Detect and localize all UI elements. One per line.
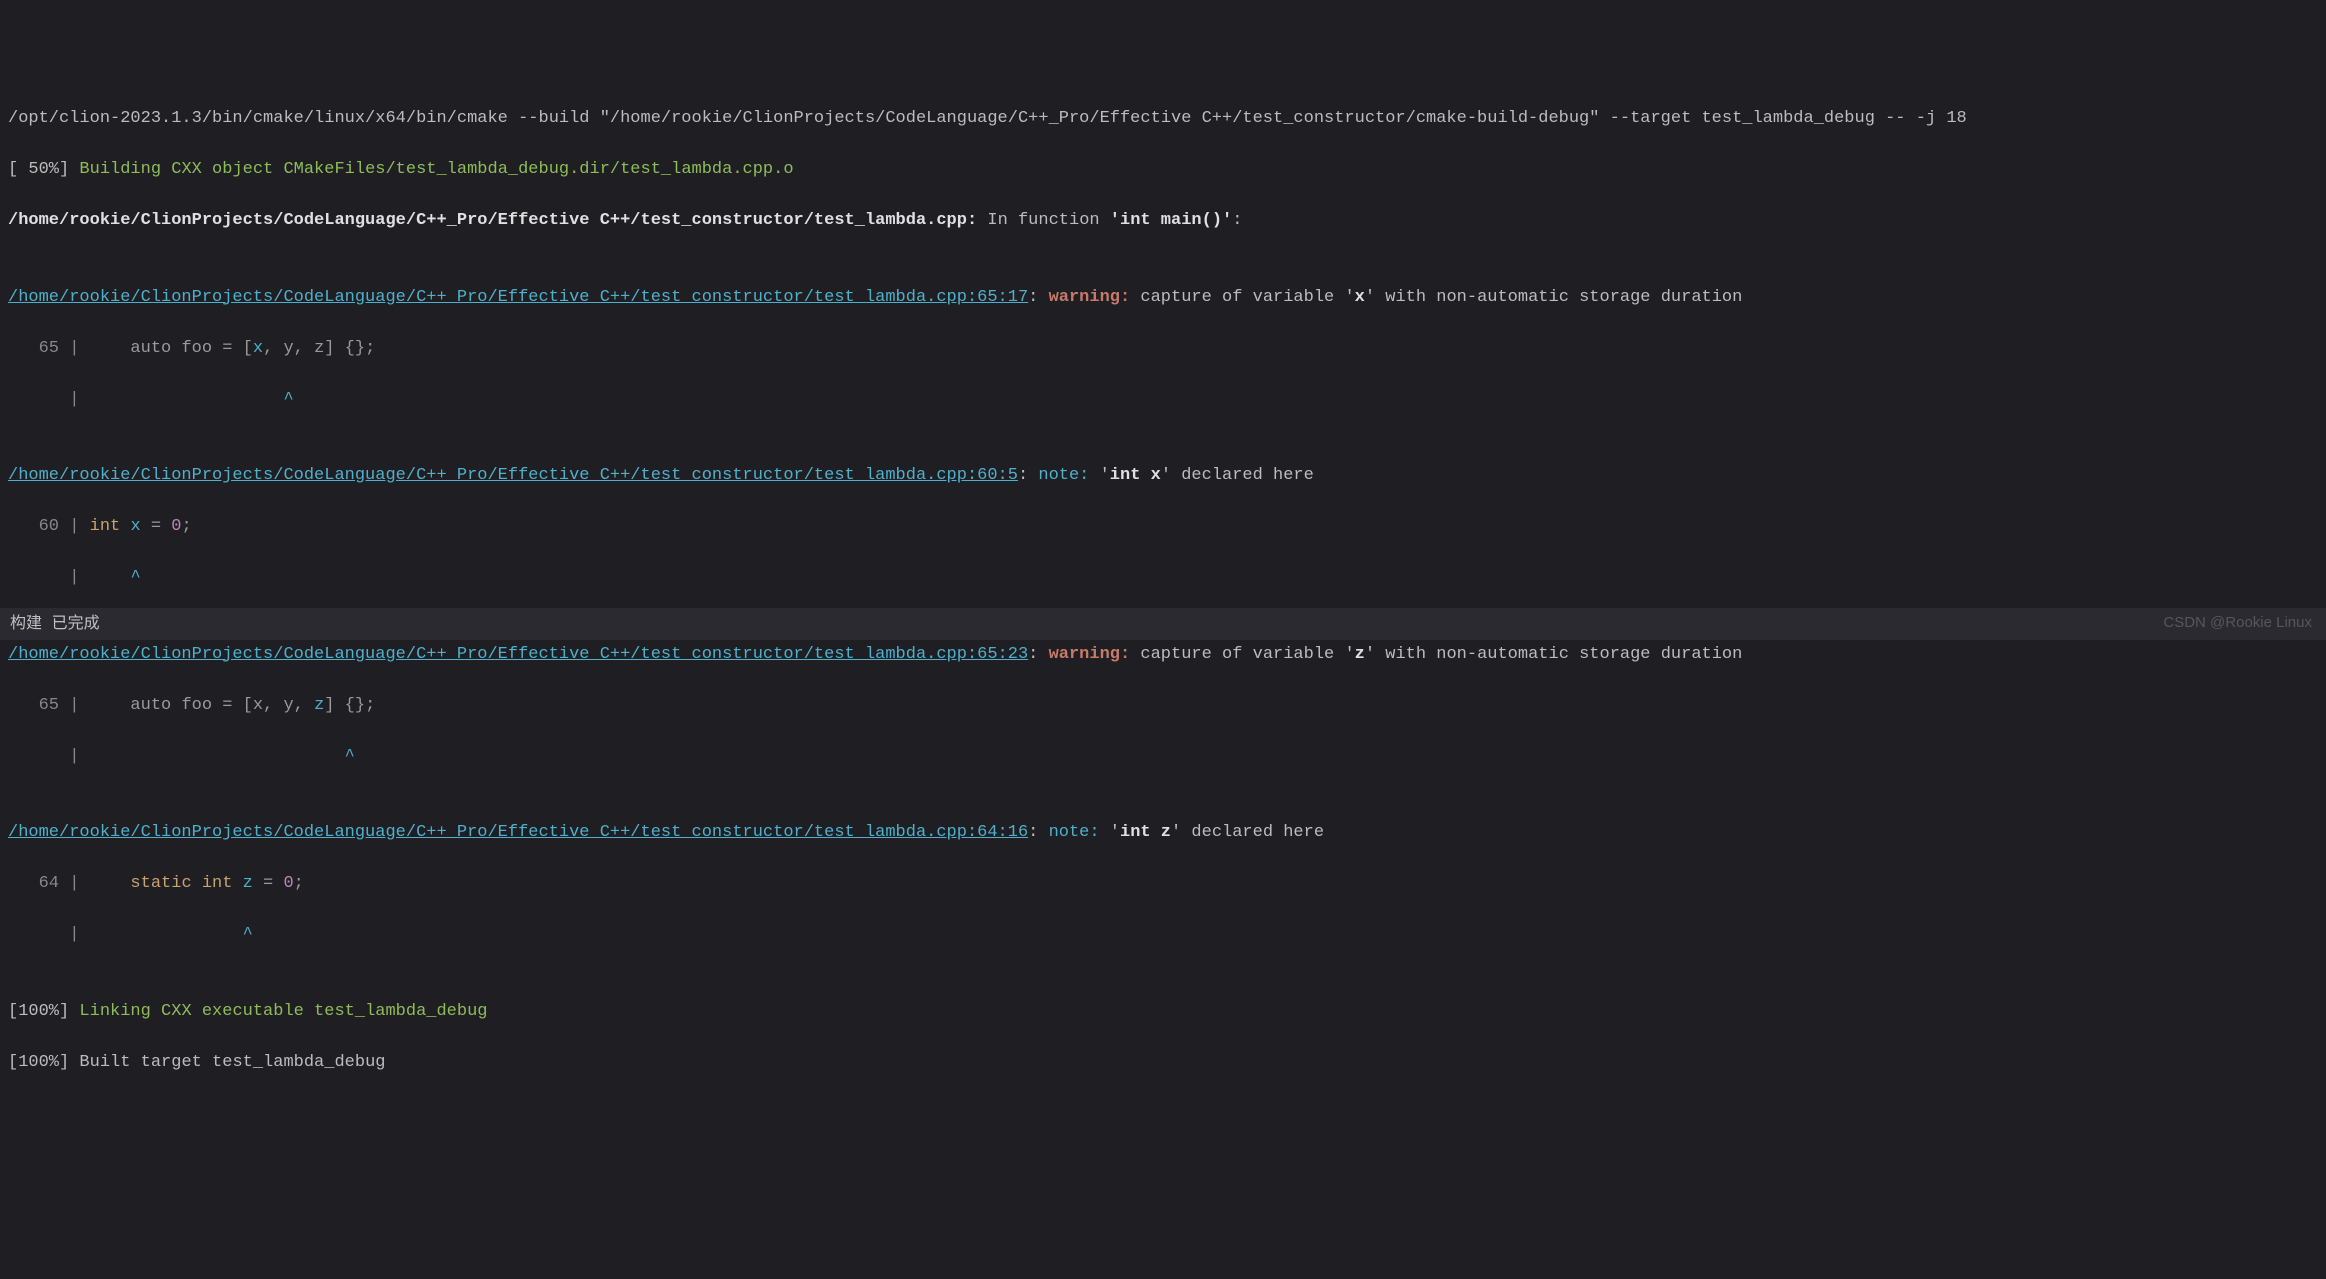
- caret-n1: | ^: [8, 565, 2318, 591]
- caret-mark: ^: [283, 390, 293, 409]
- var-name: int z: [1120, 823, 1171, 842]
- msg-text: ': [1110, 823, 1120, 842]
- file-path: /home/rookie/ClionProjects/CodeLanguage/…: [8, 211, 977, 230]
- highlight-var: x: [130, 517, 140, 536]
- warning-2: /home/rookie/ClionProjects/CodeLanguage/…: [8, 642, 2318, 668]
- line-no: 64 |: [8, 874, 90, 893]
- code-pre: auto foo = [: [90, 339, 253, 358]
- file-link[interactable]: /home/rookie/ClionProjects/CodeLanguage/…: [8, 288, 1028, 307]
- msg-text: ': [1100, 466, 1110, 485]
- pct: [100%]: [8, 1053, 79, 1072]
- warning-1: /home/rookie/ClionProjects/CodeLanguage/…: [8, 285, 2318, 311]
- code-post: , y, z] {};: [263, 339, 375, 358]
- literal: 0: [171, 517, 181, 536]
- code-pre: auto foo = [x, y,: [90, 696, 314, 715]
- caret-spaces: [90, 568, 131, 587]
- note-tag: note:: [1038, 466, 1099, 485]
- building-msg: Building CXX object CMakeFiles/test_lamb…: [79, 160, 793, 179]
- cmake-command-line: /opt/clion-2023.1.3/bin/cmake/linux/x64/…: [8, 106, 2318, 132]
- warning-tag: warning:: [1049, 288, 1141, 307]
- note-tag: note:: [1049, 823, 1110, 842]
- caret-spaces: [90, 390, 284, 409]
- watermark-text: CSDN @Rookie Linux: [2163, 612, 2312, 635]
- code-pre: int: [90, 517, 131, 536]
- build-progress-100a: [100%] Linking CXX executable test_lambd…: [8, 999, 2318, 1025]
- caret-n2: | ^: [8, 922, 2318, 948]
- caret-gutter: |: [8, 568, 90, 587]
- build-progress-100b: [100%] Built target test_lambda_debug: [8, 1050, 2318, 1076]
- literal: 0: [283, 874, 293, 893]
- caret-mark: ^: [243, 925, 253, 944]
- function-sig: 'int main()': [1110, 211, 1232, 230]
- built-msg: Built target test_lambda_debug: [79, 1053, 385, 1072]
- caret-mark: ^: [345, 747, 355, 766]
- line-no: 65 |: [8, 696, 90, 715]
- msg-text-2: ' declared here: [1171, 823, 1324, 842]
- highlight-var: x: [253, 339, 263, 358]
- pct: [ 50%]: [8, 160, 79, 179]
- caret-spaces: [90, 925, 243, 944]
- build-progress-50: [ 50%] Building CXX object CMakeFiles/te…: [8, 157, 2318, 183]
- code-post: =: [253, 874, 284, 893]
- file-link[interactable]: /home/rookie/ClionProjects/CodeLanguage/…: [8, 645, 1028, 664]
- sep: :: [1028, 645, 1048, 664]
- msg-text: capture of variable ': [1140, 645, 1354, 664]
- semi: ;: [181, 517, 191, 536]
- msg-text-2: ' with non-automatic storage duration: [1365, 288, 1742, 307]
- colon: :: [1232, 211, 1242, 230]
- file-link[interactable]: /home/rookie/ClionProjects/CodeLanguage/…: [8, 466, 1018, 485]
- code-context-n1: 60 | int x = 0;: [8, 514, 2318, 540]
- pct: [100%]: [8, 1002, 79, 1021]
- cmd-text: /opt/clion-2023.1.3/bin/cmake/linux/x64/…: [8, 109, 1967, 128]
- caret-gutter: |: [8, 925, 90, 944]
- highlight-var: z: [243, 874, 253, 893]
- caret-1: | ^: [8, 387, 2318, 413]
- highlight-var: z: [314, 696, 324, 715]
- note-2: /home/rookie/ClionProjects/CodeLanguage/…: [8, 820, 2318, 846]
- caret-mark: ^: [130, 568, 140, 587]
- in-function-text: In function: [977, 211, 1110, 230]
- var-name: z: [1355, 645, 1365, 664]
- status-text: 构建 已完成: [10, 615, 100, 633]
- code-post: =: [141, 517, 172, 536]
- caret-gutter: |: [8, 747, 90, 766]
- caret-gutter: |: [8, 390, 90, 409]
- msg-text: capture of variable ': [1140, 288, 1354, 307]
- in-function-line: /home/rookie/ClionProjects/CodeLanguage/…: [8, 208, 2318, 234]
- sep: :: [1028, 823, 1048, 842]
- sep: :: [1028, 288, 1048, 307]
- code-pre: static int: [90, 874, 243, 893]
- linking-msg: Linking CXX executable test_lambda_debug: [79, 1002, 487, 1021]
- code-context-1: 65 | auto foo = [x, y, z] {};: [8, 336, 2318, 362]
- code-post: ] {};: [324, 696, 375, 715]
- file-link[interactable]: /home/rookie/ClionProjects/CodeLanguage/…: [8, 823, 1028, 842]
- var-name: int x: [1110, 466, 1161, 485]
- status-bar: 构建 已完成: [0, 608, 2326, 640]
- sep: :: [1018, 466, 1038, 485]
- caret-spaces: [90, 747, 345, 766]
- code-context-n2: 64 | static int z = 0;: [8, 871, 2318, 897]
- msg-text-2: ' declared here: [1161, 466, 1314, 485]
- semi: ;: [294, 874, 304, 893]
- line-no: 60 |: [8, 517, 90, 536]
- caret-2: | ^: [8, 744, 2318, 770]
- line-no: 65 |: [8, 339, 90, 358]
- note-1: /home/rookie/ClionProjects/CodeLanguage/…: [8, 463, 2318, 489]
- code-context-2: 65 | auto foo = [x, y, z] {};: [8, 693, 2318, 719]
- var-name: x: [1355, 288, 1365, 307]
- warning-tag: warning:: [1049, 645, 1141, 664]
- msg-text-2: ' with non-automatic storage duration: [1365, 645, 1742, 664]
